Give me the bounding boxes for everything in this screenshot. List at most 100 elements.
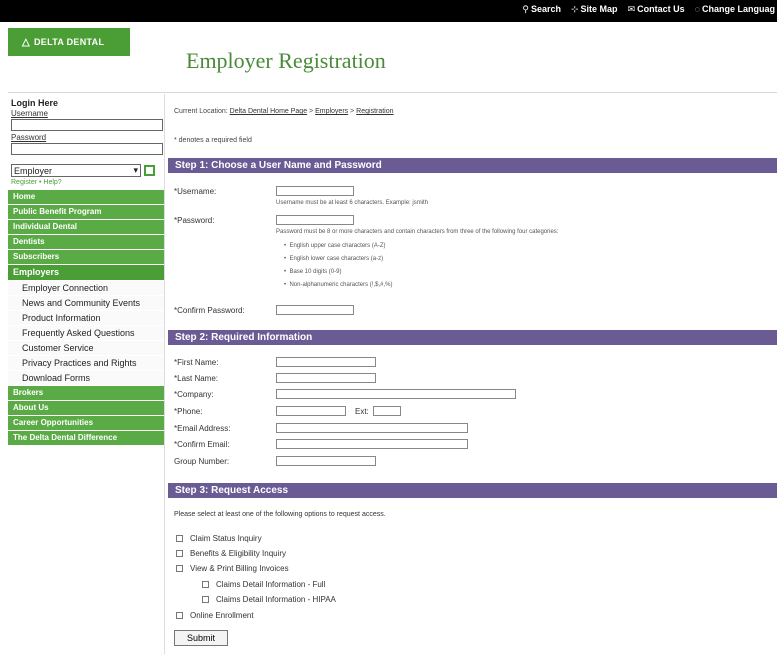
nav-employer-connection[interactable]: Employer Connection [8,281,164,296]
change-language-link[interactable]: ◌ Change Languag [695,4,775,15]
nav-employers[interactable]: Employers [8,265,164,281]
contact-us-link[interactable]: ✉ Contact Us [628,4,685,15]
benefits-eligibility-label: Benefits & Eligibility Inquiry [190,549,287,558]
role-select-row: Employer ▾ [11,164,161,177]
first-name-input[interactable] [276,357,376,367]
mail-icon: ✉ [627,4,636,14]
password-hint: Password must be 8 or more characters an… [276,229,559,235]
nav-individual-dental[interactable]: Individual Dental [8,220,164,235]
submit-button[interactable]: Submit [174,630,228,646]
nav-public-benefit-program[interactable]: Public Benefit Program [8,205,164,220]
password-rule-text: Base 10 digits (0-9) [289,269,342,275]
ext-input[interactable] [373,406,401,416]
password-label: Password [11,133,47,142]
company-input[interactable] [276,389,516,399]
login-username-input[interactable] [11,119,163,131]
role-select[interactable]: Employer ▾ [11,164,141,177]
site-map-link[interactable]: ⊹ Site Map [571,4,618,15]
username-input[interactable] [276,186,354,196]
company-label: *Company: [174,390,214,399]
register-help-link[interactable]: Register • Help? [11,179,161,186]
top-bar: ⚲ Search ⊹ Site Map ✉ Contact Us ◌ Change La… [0,0,777,22]
chevron-down-icon: ▾ [133,165,138,175]
email-label: *Email Address: [174,424,231,433]
speech-bubble-icon: ◌ [694,4,700,14]
claims-detail-hipaa-label: Claims Detail Information - HIPAA [216,595,336,604]
group-number-label: Group Number: [174,457,230,466]
password-input[interactable] [276,215,354,225]
nav-brokers[interactable]: Brokers [8,386,164,401]
step1-header: Step 1: Choose a User Name and Password [168,158,777,173]
nav-about-us[interactable]: About Us [8,401,164,416]
contact-us-label: Contact Us [637,4,685,14]
change-language-label: Change Languag [701,4,775,14]
site-map-label: Site Map [580,4,618,14]
breadcrumb: Current Location: Delta Dental Home Page… [174,108,394,115]
breadcrumb-home-link[interactable]: Delta Dental Home Page [230,108,307,115]
nav-subscribers[interactable]: Subscribers [8,250,164,265]
login-box: Login Here Username Password Employer ▾ … [8,94,164,186]
role-select-value: Employer [14,165,53,176]
step2-header: Step 2: Required Information [168,330,777,345]
breadcrumb-separator: > [350,108,355,115]
login-heading: Login Here [11,98,59,108]
password-rule-text: Non-alphanumeric characters (!,$,#,%) [289,282,393,288]
password-rule-text: English lower case characters (a-z) [289,256,384,262]
claim-status-label: Claim Status Inquiry [190,534,262,543]
password-rule-item: • Base 10 digits (0-9) [284,269,342,275]
benefits-eligibility-checkbox[interactable] [176,550,183,557]
nav-career-opportunities[interactable]: Career Opportunities [8,416,164,431]
site-map-icon: ⊹ [571,4,579,14]
nav-product-information[interactable]: Product Information [8,311,164,326]
search-label: Search [530,4,561,14]
breadcrumb-registration-link[interactable]: Registration [356,108,393,115]
claims-detail-full-checkbox[interactable] [202,581,209,588]
nav-privacy-practices[interactable]: Privacy Practices and Rights [8,356,164,371]
breadcrumb-employers-link[interactable]: Employers [315,108,348,115]
online-enrollment-label: Online Enrollment [190,611,254,620]
search-link[interactable]: ⚲ Search [522,4,561,15]
nav-dentists[interactable]: Dentists [8,235,164,250]
nav-faq[interactable]: Frequently Asked Questions [8,326,164,341]
phone-input[interactable] [276,406,346,416]
page-title: Employer Registration [186,48,386,73]
nav-delta-dental-difference[interactable]: The Delta Dental Difference [8,431,164,446]
top-links: ⚲ Search ⊹ Site Map ✉ Contact Us ◌ Change La… [522,4,775,15]
nav-news-community-events[interactable]: News and Community Events [8,296,164,311]
confirm-password-input[interactable] [276,305,354,315]
password-label: *Password: [174,216,215,225]
group-number-input[interactable] [276,456,376,466]
claim-status-checkbox[interactable] [176,535,183,542]
confirm-email-input[interactable] [276,439,468,449]
confirm-password-label: *Confirm Password: [174,306,245,315]
email-input[interactable] [276,423,468,433]
logo-text: DELTA DENTAL [34,37,105,47]
billing-invoices-label: View & Print Billing Invoices [190,564,289,573]
billing-invoices-checkbox[interactable] [176,565,183,572]
breadcrumb-separator: > [309,108,314,115]
claims-detail-full-label: Claims Detail Information - Full [216,580,326,589]
phone-label: *Phone: [174,407,203,416]
search-icon: ⚲ [522,4,529,14]
online-enrollment-checkbox[interactable] [176,612,183,619]
sidebar: Login Here Username Password Employer ▾ … [8,94,165,654]
last-name-label: *Last Name: [174,374,219,383]
nav-download-forms[interactable]: Download Forms [8,371,164,386]
required-note: * denotes a required field [174,137,252,144]
first-name-label: *First Name: [174,358,219,367]
last-name-input[interactable] [276,373,376,383]
confirm-email-label: *Confirm Email: [174,440,230,449]
password-rule-item: • English upper case characters (A-Z) [284,243,386,249]
nav-customer-service[interactable]: Customer Service [8,341,164,356]
delta-triangle-icon: △ [22,36,30,48]
breadcrumb-prefix: Current Location: [174,108,228,115]
username-label: *Username: [174,187,217,196]
login-go-button[interactable] [144,165,155,176]
nav-home[interactable]: Home [8,190,164,205]
username-label: Username [11,109,48,118]
login-password-input[interactable] [11,143,163,155]
ext-label: Ext: [355,407,369,416]
step3-header: Step 3: Request Access [168,483,777,498]
claims-detail-hipaa-checkbox[interactable] [202,596,209,603]
delta-dental-logo[interactable]: △ DELTA DENTAL [8,28,130,56]
